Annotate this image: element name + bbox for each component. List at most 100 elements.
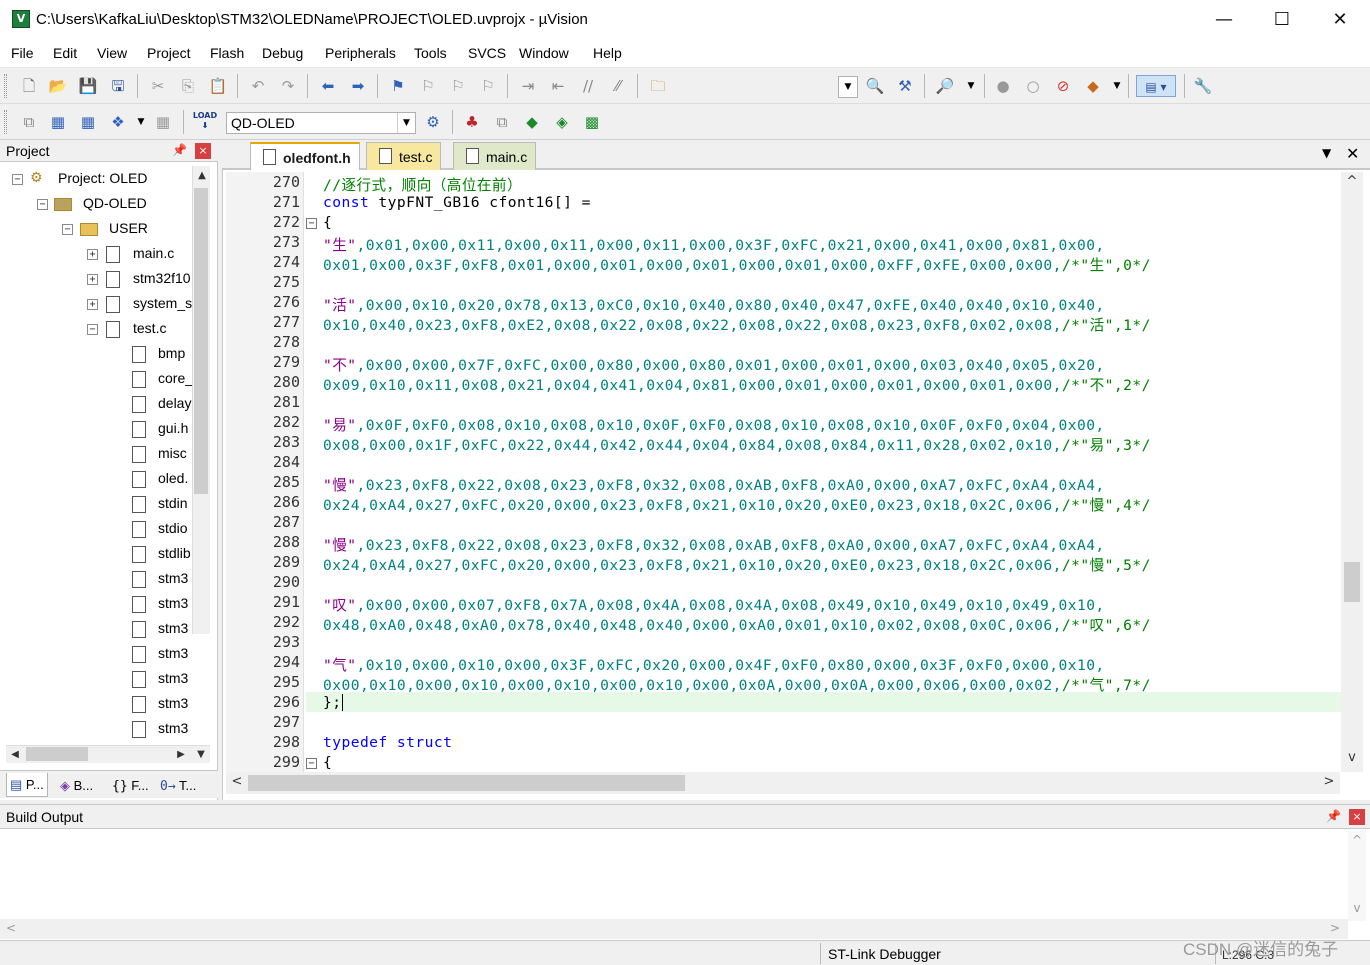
batch-dropdown-icon[interactable]: ▼ xyxy=(130,111,152,133)
select-packs-icon[interactable]: ◆ xyxy=(521,111,543,133)
close-window-button[interactable]: ✕ xyxy=(1311,0,1369,40)
menu-view[interactable]: View xyxy=(97,45,127,61)
tab-list-dropdown-icon[interactable]: ▼ xyxy=(1322,146,1331,160)
collapse-icon[interactable]: − xyxy=(62,224,73,235)
chevron-down-icon[interactable]: v xyxy=(1343,750,1361,765)
find-icon[interactable]: 🔍 xyxy=(864,75,886,97)
menu-flash[interactable]: Flash xyxy=(210,45,244,61)
menu-svcs[interactable]: SVCS xyxy=(468,45,506,61)
close-panel-icon[interactable]: × xyxy=(1349,809,1365,825)
translate-icon[interactable]: ⧉ xyxy=(18,111,40,133)
pin-icon[interactable]: 📌 xyxy=(172,143,187,157)
manage-extensions-icon[interactable]: ⧉ xyxy=(491,111,513,133)
close-panel-icon[interactable]: × xyxy=(195,143,211,159)
tab-oledfont-h[interactable]: oledfont.h xyxy=(250,142,360,170)
code-line[interactable]: "生",0x01,0x00,0x11,0x00,0x11,0x00,0x11,0… xyxy=(323,234,1105,255)
tree-item-header[interactable]: stm3 xyxy=(10,593,192,618)
manage-project-icon[interactable]: ♣ xyxy=(461,111,483,133)
scroll-down-icon[interactable]: ▼ xyxy=(192,749,210,760)
build-output-text[interactable] xyxy=(0,831,1346,919)
code-line[interactable]: const typFNT_GB16 cfont16[] = xyxy=(323,194,591,211)
chevron-down-icon[interactable]: v xyxy=(1348,901,1366,915)
comment-icon[interactable]: // xyxy=(577,75,599,97)
code-line[interactable]: 0x24,0xA4,0x27,0xFC,0x20,0x00,0x23,0xF8,… xyxy=(323,554,1151,575)
menu-peripherals[interactable]: Peripherals xyxy=(325,45,396,61)
navigate-back-icon[interactable]: ⬅ xyxy=(317,75,339,97)
code-line[interactable]: { xyxy=(323,214,332,231)
tree-item-header[interactable]: delay xyxy=(10,393,192,418)
save-icon[interactable]: 💾 xyxy=(77,75,99,97)
collapse-icon[interactable]: − xyxy=(37,199,48,210)
tab-functions[interactable]: {} F... xyxy=(108,773,153,797)
chevron-up-icon[interactable]: ^ xyxy=(1343,174,1361,189)
expand-icon[interactable]: + xyxy=(87,299,98,310)
tab-main-c[interactable]: main.c xyxy=(453,142,537,170)
collapse-icon[interactable]: − xyxy=(12,174,23,185)
tree-item-file[interactable]: + stm32f10 xyxy=(10,268,192,293)
code-line[interactable]: //逐行式，顺向（高位在前） xyxy=(323,174,522,195)
menu-tools[interactable]: Tools xyxy=(414,45,447,61)
debug-dropdown-icon[interactable]: ▼ xyxy=(960,75,982,97)
kill-breakpoints-icon[interactable]: ⊘ xyxy=(1052,75,1074,97)
unindent-icon[interactable]: ⇤ xyxy=(547,75,569,97)
navigate-forward-icon[interactable]: ➡ xyxy=(347,75,369,97)
code-line[interactable]: "不",0x00,0x00,0x7F,0xFC,0x00,0x80,0x00,0… xyxy=(323,354,1105,375)
open-file-icon[interactable]: 📂 xyxy=(47,75,69,97)
prev-bookmark-icon[interactable]: ⚐ xyxy=(417,75,439,97)
chevron-right-icon[interactable]: > xyxy=(1320,774,1338,789)
editor-vertical-scrollbar[interactable]: ^ v xyxy=(1341,172,1363,772)
tree-item-header[interactable]: misc xyxy=(10,443,192,468)
indent-icon[interactable]: ⇥ xyxy=(517,75,539,97)
tree-vertical-scroll-thumb[interactable] xyxy=(194,188,208,494)
tree-item-file[interactable]: + system_s xyxy=(10,293,192,318)
breakpoint-icon[interactable]: ● xyxy=(992,75,1014,97)
tree-horizontal-scroll-thumb[interactable] xyxy=(26,747,88,761)
paste-icon[interactable]: 📋 xyxy=(207,75,229,97)
new-file-icon[interactable]: 🗋 xyxy=(18,75,40,97)
fold-collapse-icon[interactable]: − xyxy=(306,218,317,229)
maximize-button[interactable]: ☐ xyxy=(1253,0,1311,40)
tree-item-header[interactable]: stm3 xyxy=(10,618,192,643)
copy-icon[interactable]: ⎘ xyxy=(177,75,199,97)
find-dropdown[interactable]: ▼ xyxy=(838,76,858,98)
rebuild-icon[interactable]: ▦ xyxy=(77,111,99,133)
tree-item-header[interactable]: stm3 xyxy=(10,668,192,693)
breakpoint-options-icon[interactable]: ◆ xyxy=(1082,75,1104,97)
bookmark-icon[interactable]: ⚑ xyxy=(387,75,409,97)
breakpoint-dropdown-icon[interactable]: ▼ xyxy=(1106,75,1128,97)
code-line[interactable]: "慢",0x23,0xF8,0x22,0x08,0x23,0xF8,0x32,0… xyxy=(323,534,1105,555)
code-line[interactable]: "气",0x10,0x00,0x10,0x00,0x3F,0xFC,0x20,0… xyxy=(323,654,1105,675)
tab-books[interactable]: ◈ B... xyxy=(56,773,97,797)
debug-session-icon[interactable]: 🔎 xyxy=(934,75,956,97)
code-line[interactable]: 0x24,0xA4,0x27,0xFC,0x20,0x00,0x23,0xF8,… xyxy=(323,494,1151,515)
tree-item-header[interactable]: core_ xyxy=(10,368,192,393)
toolbar-grip[interactable] xyxy=(4,74,7,98)
build-vertical-scrollbar[interactable]: ^ v xyxy=(1348,831,1366,921)
code-line[interactable]: { xyxy=(323,754,332,771)
scroll-left-icon[interactable]: ◀ xyxy=(6,749,24,760)
chevron-up-icon[interactable]: ^ xyxy=(1348,833,1366,847)
chevron-left-icon[interactable]: < xyxy=(228,774,246,789)
menu-help[interactable]: Help xyxy=(593,45,622,61)
code-line[interactable]: typedef struct xyxy=(323,734,452,751)
tree-item-header[interactable]: oled. xyxy=(10,468,192,493)
options-for-target-icon[interactable]: ⚙ xyxy=(422,111,444,133)
next-bookmark-icon[interactable]: ⚐ xyxy=(447,75,469,97)
build-horizontal-scrollbar[interactable]: < > xyxy=(0,919,1348,939)
tree-item-header[interactable]: stdlib xyxy=(10,543,192,568)
tab-templates[interactable]: 0→ T... xyxy=(156,773,200,797)
batch-build-icon[interactable]: ❖ xyxy=(107,111,129,133)
run-time-environment-icon[interactable]: ▩ xyxy=(581,111,603,133)
tree-item-header[interactable]: gui.h xyxy=(10,418,192,443)
redo-icon[interactable]: ↷ xyxy=(277,75,299,97)
tree-item-header[interactable]: stm3 xyxy=(10,718,192,742)
code-line[interactable]: }; xyxy=(323,694,341,711)
code-line[interactable]: 0x09,0x10,0x11,0x08,0x21,0x04,0x41,0x04,… xyxy=(323,374,1151,395)
code-line[interactable]: 0x10,0x40,0x23,0xF8,0xE2,0x08,0x22,0x08,… xyxy=(323,314,1151,335)
uncomment-icon[interactable]: ⁄⁄ xyxy=(607,75,629,97)
clear-bookmarks-icon[interactable]: ⚐ xyxy=(477,75,499,97)
tree-item-header[interactable]: stm3 xyxy=(10,693,192,718)
tree-item-file[interactable]: + main.c xyxy=(10,243,192,268)
scroll-right-icon[interactable]: ▶ xyxy=(172,749,190,760)
undo-icon[interactable]: ↶ xyxy=(247,75,269,97)
